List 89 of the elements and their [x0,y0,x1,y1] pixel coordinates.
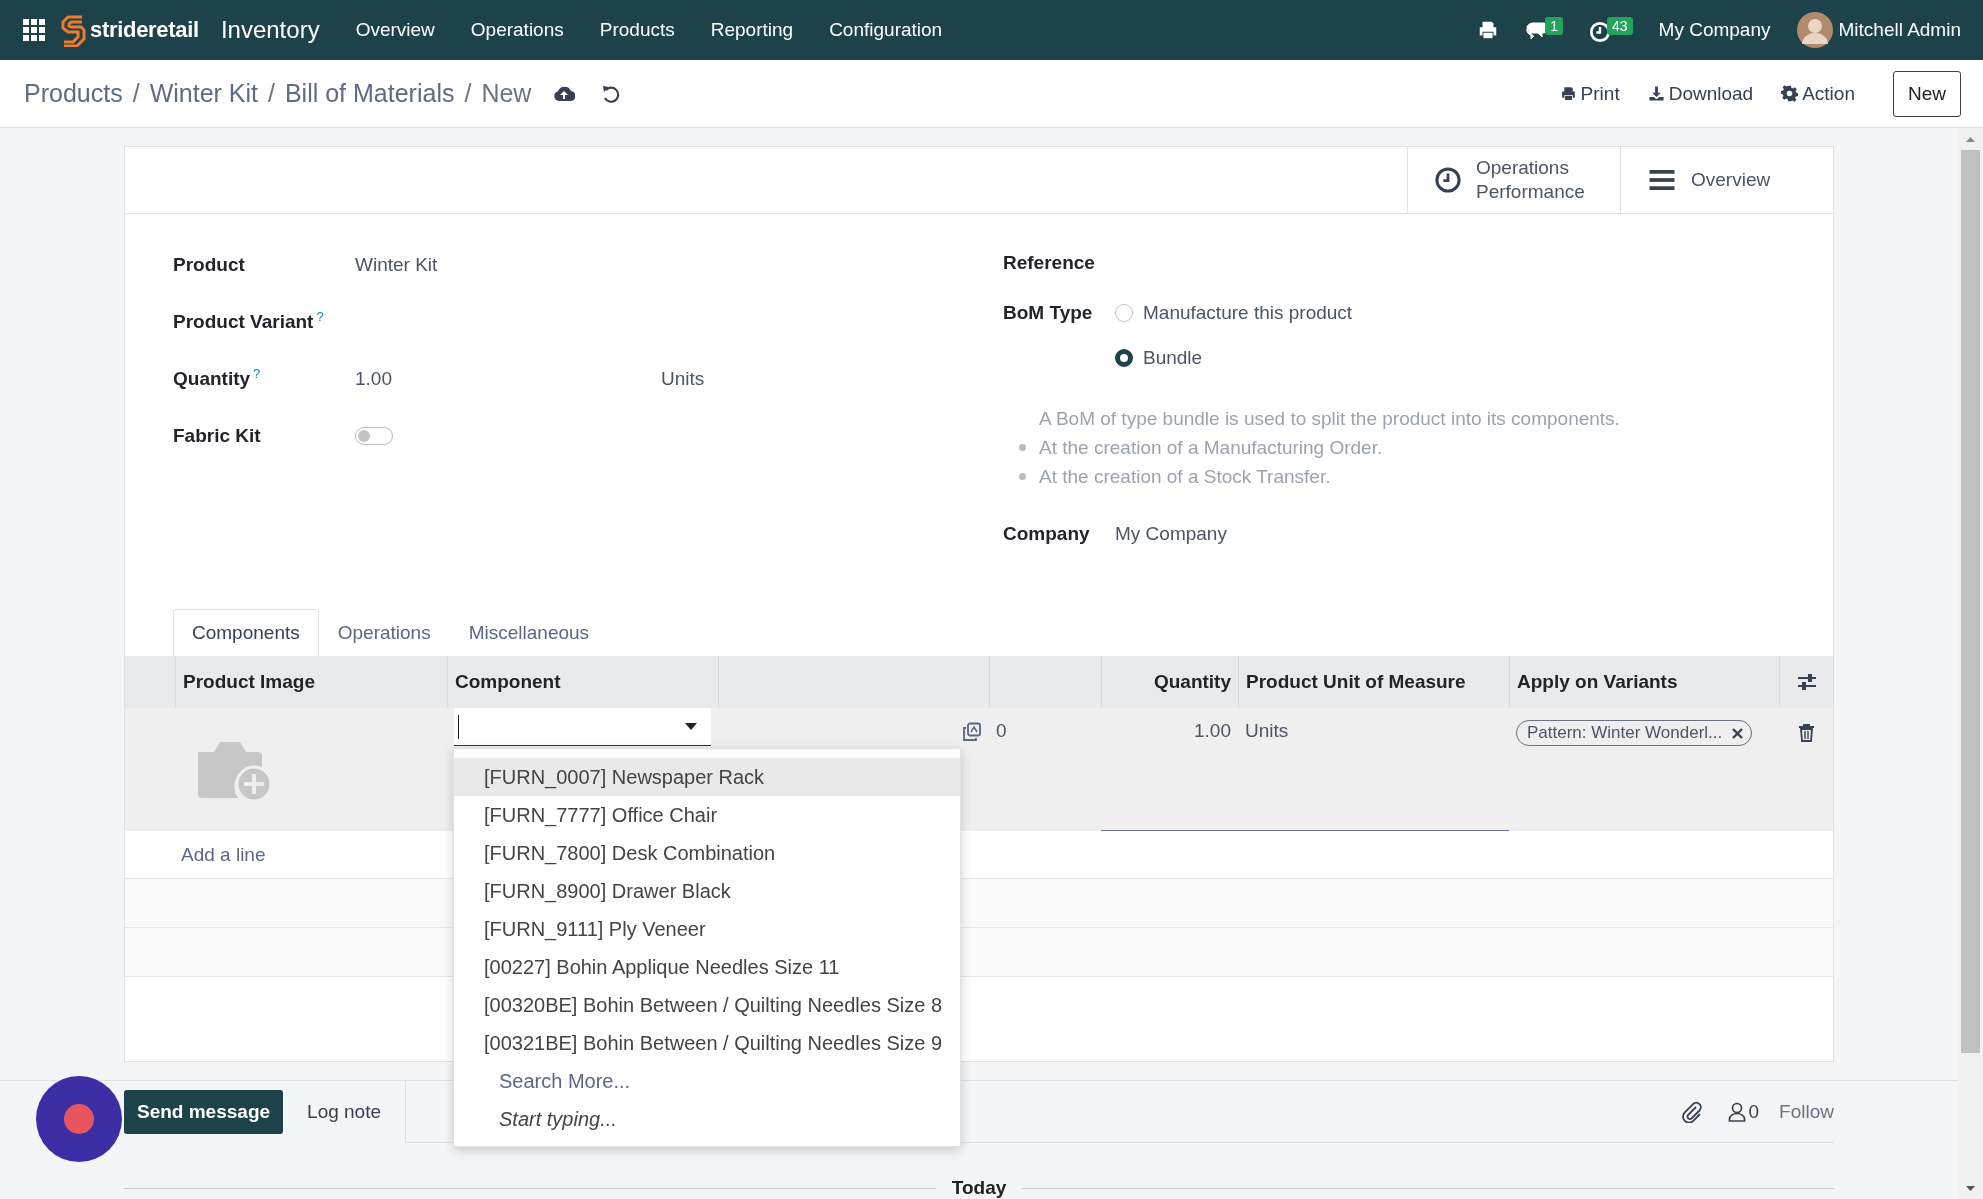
column-header[interactable]: Component [447,656,718,708]
company-switcher[interactable]: My Company [1658,19,1771,41]
dropdown-option[interactable]: [00227] Bohin Applique Needles Size 11 [454,948,960,986]
field-label: Reference [1003,252,1096,274]
action-button[interactable]: Print [1559,82,1620,105]
tab[interactable]: Miscellaneous [449,609,609,656]
column-header[interactable] [1779,656,1833,708]
breadcrumb-separator: / [464,79,472,108]
dropdown-option[interactable]: [FURN_8900] Drawer Black [454,872,960,910]
user-name[interactable]: Mitchell Admin [1838,19,1961,41]
cloud-upload-icon[interactable] [553,84,576,103]
action-button[interactable]: Download [1647,82,1754,105]
breadcrumb-link[interactable]: Bill of Materials [284,79,455,108]
new-button[interactable]: New [1893,70,1961,117]
breadcrumb-separator: / [268,79,275,108]
dropdown-option[interactable]: [FURN_7800] Desk Combination [454,834,960,872]
tab[interactable]: Components [173,609,319,656]
field-label: BoM Type [1003,301,1094,324]
column-header[interactable]: Product Image [175,656,447,708]
radio-button[interactable] [1115,348,1133,367]
field-label: Company [1003,523,1091,545]
trash-icon[interactable] [1798,724,1814,742]
component-input[interactable] [454,708,711,746]
search-more-link[interactable]: Search More... [499,1069,631,1093]
dropdown-option[interactable]: [FURN_7777] Office Chair [454,796,960,834]
clock-icon[interactable] [1589,21,1611,43]
printer-icon [1559,85,1577,102]
field-label: Fabric Kit [173,424,262,447]
menu-item[interactable]: Operations [470,19,564,41]
forecast-icon[interactable] [962,722,982,742]
followers-button[interactable]: 0 [1727,1100,1760,1123]
chat-bot-icon[interactable] [36,1076,122,1162]
quantity-field[interactable]: 1.00 [355,367,661,390]
action-button[interactable]: Action [1781,82,1855,105]
sliders-icon[interactable] [1796,673,1817,691]
apps-icon[interactable] [22,18,46,42]
menu-item[interactable]: Configuration [829,19,943,41]
option-label[interactable]: Manufacture this product [1143,301,1353,324]
column-header[interactable]: Apply on Variants [1509,656,1779,708]
help-text: At the creation of a Stock Transfer. [1039,465,1331,489]
table-cell: 1.00 [1101,708,1238,831]
gear-icon [1781,85,1799,102]
paperclip-icon[interactable] [1681,1100,1702,1123]
unit-value: Units [661,367,705,390]
help-text: At the creation of a Manufacturing Order. [1039,436,1383,460]
table-cell: Units [1238,708,1509,831]
message-count: 1 [1545,17,1563,35]
table-cell: 0 [989,708,1101,831]
caret-icon [685,722,697,731]
field-value: My Company [1115,523,1227,545]
column-header[interactable]: Product Unit of Measure [1238,656,1509,708]
breadcrumb-current: New [481,79,532,108]
add-line-link[interactable]: Add a line [181,843,266,866]
undo-icon[interactable] [601,83,622,104]
dropdown-option[interactable]: [00321BE] Bohin Between / Quilting Needles Size 9 [454,1024,960,1062]
field-label: Quantity$^{?}$ [173,366,262,391]
menu-item[interactable]: Products [599,19,675,41]
log-note-button[interactable]: Log note [283,1081,407,1143]
brand-name[interactable]: strideretail [90,17,199,43]
clock-icon [1434,166,1462,194]
download-icon [1647,85,1665,102]
hint-text: Start typing... [499,1107,617,1131]
follow-button[interactable]: Follow [1779,1100,1834,1123]
dropdown-option[interactable]: [00320BE] Bohin Between / Quilting Needles Size 8 [454,986,960,1024]
date-separator: Today [951,1177,1007,1199]
bullet-icon [1019,473,1026,480]
bullet-icon [1019,444,1026,451]
menu-item[interactable]: Overview [355,19,435,41]
field-value: Winter Kit [355,253,438,276]
dropdown-option[interactable]: [FURN_9111] Ply Veneer [454,910,960,948]
field-label: Product [173,253,246,276]
avatar-icon[interactable] [1796,12,1833,48]
breadcrumb-link[interactable]: Products [24,79,123,108]
breadcrumb-link[interactable]: Winter Kit [149,79,258,108]
person-icon [1727,1101,1746,1122]
remove-icon[interactable] [1732,727,1744,739]
app-title[interactable]: Inventory [220,16,320,44]
dropdown-option[interactable]: [FURN_0007] Newspaper Rack [454,758,960,796]
breadcrumb-separator: / [132,79,140,108]
tab[interactable]: Operations [318,609,450,656]
help-text: A BoM of type bundle is used to split the product into its components. [1039,408,1620,429]
send-message-button[interactable]: Send message [124,1090,284,1134]
column-header[interactable]: Quantity [1101,656,1238,708]
logo-icon[interactable] [60,13,86,47]
activity-count: 43 [1607,17,1633,35]
menu-item[interactable]: Reporting [710,19,794,41]
option-label[interactable]: Bundle [1143,346,1203,369]
field-label: Product Variant$^{?}$ [173,309,325,334]
toggle-switch[interactable] [355,426,393,445]
